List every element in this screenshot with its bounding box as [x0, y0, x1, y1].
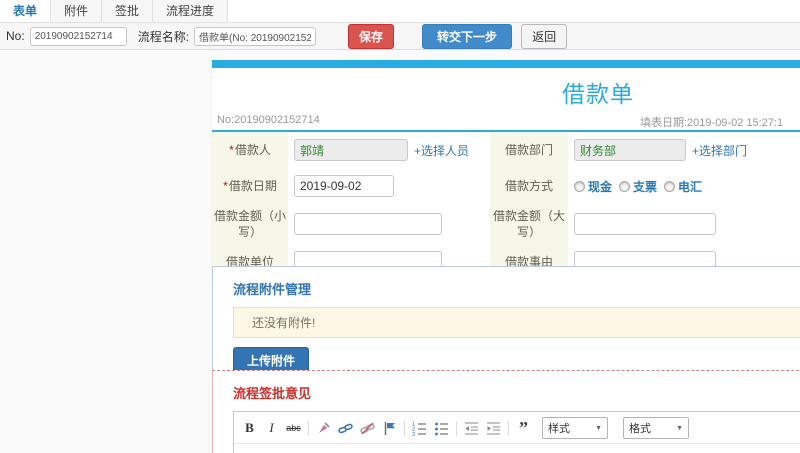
- amount-lower-cell: [288, 204, 490, 244]
- tab-approval[interactable]: 签批: [102, 0, 154, 22]
- no-attachment-alert: 还没有附件!: [233, 307, 800, 338]
- department-label: 借款部门: [490, 132, 568, 168]
- select-department-link[interactable]: +选择部门: [692, 142, 747, 159]
- process-name-label: 流程名称:: [137, 29, 190, 44]
- toolbar-separator: [308, 420, 309, 436]
- amount-lower-input[interactable]: [294, 213, 442, 235]
- method-option-cheque[interactable]: 支票: [619, 178, 657, 195]
- bullet-list-icon[interactable]: [434, 420, 449, 436]
- header-accent-bar: [212, 60, 800, 68]
- toolbar-separator: [456, 420, 457, 436]
- loan-form-panel: 借款单 No:20190902152714 填表日期:2019-09-02 15…: [212, 60, 800, 284]
- method-cell: 现金 支票 电汇: [568, 168, 800, 204]
- editor-toolbar: B I abc 1 2 3 ” 样式 ▼ 格式 ▼: [234, 412, 800, 443]
- back-button[interactable]: 返回: [521, 23, 568, 49]
- strikethrough-icon[interactable]: abc: [286, 420, 301, 436]
- ordered-list-icon[interactable]: 123: [412, 420, 427, 436]
- method-option-wire[interactable]: 电汇: [664, 178, 702, 195]
- amount-upper-cell: [568, 204, 800, 244]
- method-option-cash[interactable]: 现金: [574, 178, 612, 195]
- loan-date-input[interactable]: [294, 175, 394, 197]
- form-number: No:20190902152714: [217, 114, 320, 126]
- fill-date: 填表日期:2019-09-02 15:27:1: [640, 117, 784, 129]
- date-cell: [288, 168, 490, 204]
- approval-opinion-panel: 流程签批意见 B I abc 1 2 3 ” 样式 ▼ 格式 ▼: [212, 370, 800, 453]
- process-name-input[interactable]: [194, 26, 317, 46]
- format-brush-icon[interactable]: [316, 420, 331, 436]
- tab-process-progress[interactable]: 流程进度: [153, 0, 229, 22]
- department-cell: +选择部门: [568, 132, 800, 168]
- amount-lower-label: 借款金额（小写）: [212, 204, 288, 244]
- radio-icon[interactable]: [619, 180, 631, 192]
- anchor-flag-icon[interactable]: [382, 420, 397, 436]
- bold-icon[interactable]: B: [242, 420, 257, 436]
- no-label: No:: [6, 29, 25, 43]
- save-button[interactable]: 保存: [348, 23, 395, 49]
- amount-upper-input[interactable]: [574, 213, 716, 235]
- form-meta-row: No:20190902152714 填表日期:2019-09-02 15:27:…: [212, 112, 800, 129]
- toolbar-separator: [404, 420, 405, 436]
- borrower-label: *借款人: [212, 132, 288, 168]
- form-title: 借款单: [562, 81, 634, 107]
- format-dropdown[interactable]: 格式 ▼: [623, 417, 689, 439]
- chevron-down-icon: ▼: [676, 424, 683, 432]
- unlink-icon[interactable]: [360, 420, 375, 436]
- required-mark: *: [229, 143, 234, 157]
- style-dropdown[interactable]: 样式 ▼: [542, 417, 608, 439]
- tab-form[interactable]: 表单: [0, 0, 52, 22]
- indent-icon[interactable]: [486, 420, 501, 436]
- outdent-icon[interactable]: [464, 420, 479, 436]
- no-input[interactable]: [29, 26, 127, 46]
- amount-upper-label: 借款金额（大写）: [490, 204, 568, 244]
- radio-icon[interactable]: [574, 180, 585, 192]
- toolbar: No: 流程名称: 保存 转交下一步 返回: [0, 23, 800, 50]
- method-label: 借款方式: [490, 168, 568, 204]
- borrower-cell: +选择人员: [288, 132, 490, 168]
- tab-bar: 表单 附件 签批 流程进度: [0, 0, 800, 23]
- app-window: 表单 附件 签批 流程进度 No: 流程名称: 保存 转交下一步 返回 借款单 …: [0, 0, 800, 453]
- chevron-down-icon: ▼: [595, 424, 602, 432]
- borrower-input: [294, 139, 408, 161]
- editor-content-area[interactable]: [234, 443, 800, 453]
- department-input: [574, 139, 686, 161]
- page-content: 借款单 No:20190902152714 填表日期:2019-09-02 15…: [0, 50, 800, 453]
- tab-attachment[interactable]: 附件: [51, 0, 103, 22]
- attachment-section-title: 流程附件管理: [233, 282, 312, 297]
- radio-icon[interactable]: [664, 180, 676, 192]
- blockquote-icon[interactable]: ”: [516, 419, 531, 437]
- italic-icon[interactable]: I: [264, 420, 279, 436]
- rich-text-editor: B I abc 1 2 3 ” 样式 ▼ 格式 ▼: [233, 411, 800, 453]
- toolbar-separator: [508, 420, 509, 436]
- form-table: *借款人 +选择人员 借款部门 +选择部门 *借款日期 借款方: [212, 132, 800, 280]
- date-label: *借款日期: [212, 168, 288, 204]
- opinion-section-title: 流程签批意见: [233, 386, 312, 401]
- required-mark: *: [223, 179, 228, 193]
- next-step-button[interactable]: 转交下一步: [422, 23, 513, 49]
- link-icon[interactable]: [338, 420, 353, 436]
- select-person-link[interactable]: +选择人员: [414, 142, 469, 159]
- svg-text:3: 3: [412, 432, 415, 436]
